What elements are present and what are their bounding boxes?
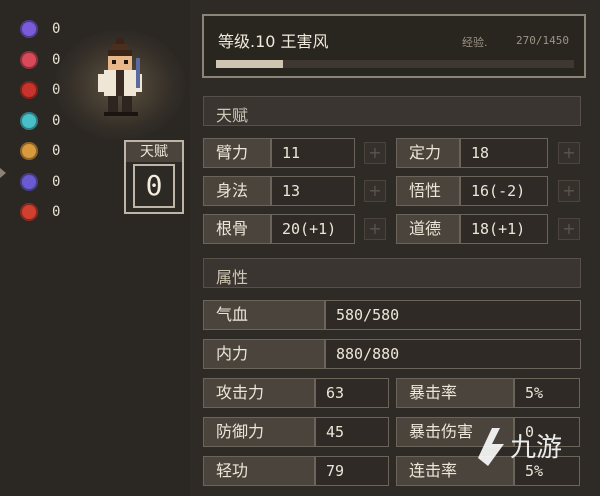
status-effect-row[interactable]: 0 bbox=[20, 167, 60, 198]
add-strength-button[interactable]: + bbox=[364, 142, 386, 164]
attr-label: 暴击率 bbox=[396, 378, 514, 408]
status-effect-count: 0 bbox=[52, 173, 61, 190]
attr-value: 580/580 bbox=[325, 300, 581, 330]
status-effect-row[interactable]: 0 bbox=[20, 45, 60, 76]
talent-label: 臂力 bbox=[203, 138, 271, 168]
talent-section-title: 天赋 bbox=[216, 106, 249, 125]
status-effect-count: 0 bbox=[52, 143, 61, 160]
status-effect-count: 0 bbox=[52, 112, 61, 129]
exp-bar-fill bbox=[216, 60, 283, 68]
exp-value: 270/1450 bbox=[516, 34, 569, 47]
status-effect-row[interactable]: 0 bbox=[20, 197, 60, 228]
talent-value: 16(-2) bbox=[460, 176, 548, 206]
talent-label: 悟性 bbox=[396, 176, 460, 206]
watermark-logo: 九游 bbox=[478, 428, 562, 466]
attr-value: 5% bbox=[514, 378, 580, 408]
talent-label: 道德 bbox=[396, 214, 460, 244]
attr-value: 79 bbox=[315, 456, 389, 486]
talent-value: 13 bbox=[271, 176, 355, 206]
exp-bar bbox=[216, 60, 574, 68]
talent-points-badge: 天赋 0 bbox=[124, 140, 184, 214]
attr-value: 45 bbox=[315, 417, 389, 447]
character-avatar bbox=[98, 38, 142, 116]
purple-skull-icon bbox=[20, 20, 38, 39]
status-effect-list: 0000000 bbox=[20, 14, 60, 228]
talent-section-header: 天赋 bbox=[203, 96, 581, 126]
watermark-text: 九游 bbox=[510, 433, 562, 463]
add-constitution-button[interactable]: + bbox=[364, 218, 386, 240]
status-column: 0 0 0 0 0 0 0 天赋 0 bbox=[0, 0, 190, 496]
attr-label: 气血 bbox=[203, 300, 325, 330]
talent-value: 18 bbox=[460, 138, 548, 168]
attr-label: 攻击力 bbox=[203, 378, 315, 408]
talent-value: 20(+1) bbox=[271, 214, 355, 244]
status-effect-row[interactable]: 0 bbox=[20, 136, 60, 167]
talent-points-value: 0 bbox=[133, 164, 175, 208]
add-agility-button[interactable]: + bbox=[364, 180, 386, 202]
talent-value: 11 bbox=[271, 138, 355, 168]
attr-value: 880/880 bbox=[325, 339, 581, 369]
red-flame-icon bbox=[20, 203, 38, 222]
attributes-section-header: 属性 bbox=[203, 258, 581, 288]
exp-label: 经验. bbox=[462, 36, 488, 49]
cyan-face-icon bbox=[20, 111, 38, 130]
red-spider-icon bbox=[20, 81, 38, 100]
character-header: 等级.10 王害风 经验. 270/1450 bbox=[202, 14, 586, 78]
add-insight-button[interactable]: + bbox=[558, 180, 580, 202]
attributes-section-title: 属性 bbox=[216, 268, 249, 287]
attr-label: 轻功 bbox=[203, 456, 315, 486]
talent-label: 身法 bbox=[203, 176, 271, 206]
level-and-name: 等级.10 王害风 bbox=[218, 32, 329, 51]
attr-value: 63 bbox=[315, 378, 389, 408]
dizzy-star-icon bbox=[20, 142, 38, 161]
status-effect-row[interactable]: 0 bbox=[20, 106, 60, 137]
broken-heart-icon bbox=[20, 50, 38, 69]
purple-mask-icon bbox=[20, 172, 38, 191]
collapse-arrow-icon[interactable] bbox=[0, 168, 6, 178]
attr-label: 防御力 bbox=[203, 417, 315, 447]
status-effect-count: 0 bbox=[52, 204, 61, 221]
status-effect-count: 0 bbox=[52, 21, 61, 38]
add-morality-button[interactable]: + bbox=[558, 218, 580, 240]
talent-label: 根骨 bbox=[203, 214, 271, 244]
status-effect-row[interactable]: 0 bbox=[20, 14, 60, 45]
talent-badge-label: 天赋 bbox=[126, 142, 182, 162]
talent-label: 定力 bbox=[396, 138, 460, 168]
attr-label: 内力 bbox=[203, 339, 325, 369]
add-focus-button[interactable]: + bbox=[558, 142, 580, 164]
talent-value: 18(+1) bbox=[460, 214, 548, 244]
